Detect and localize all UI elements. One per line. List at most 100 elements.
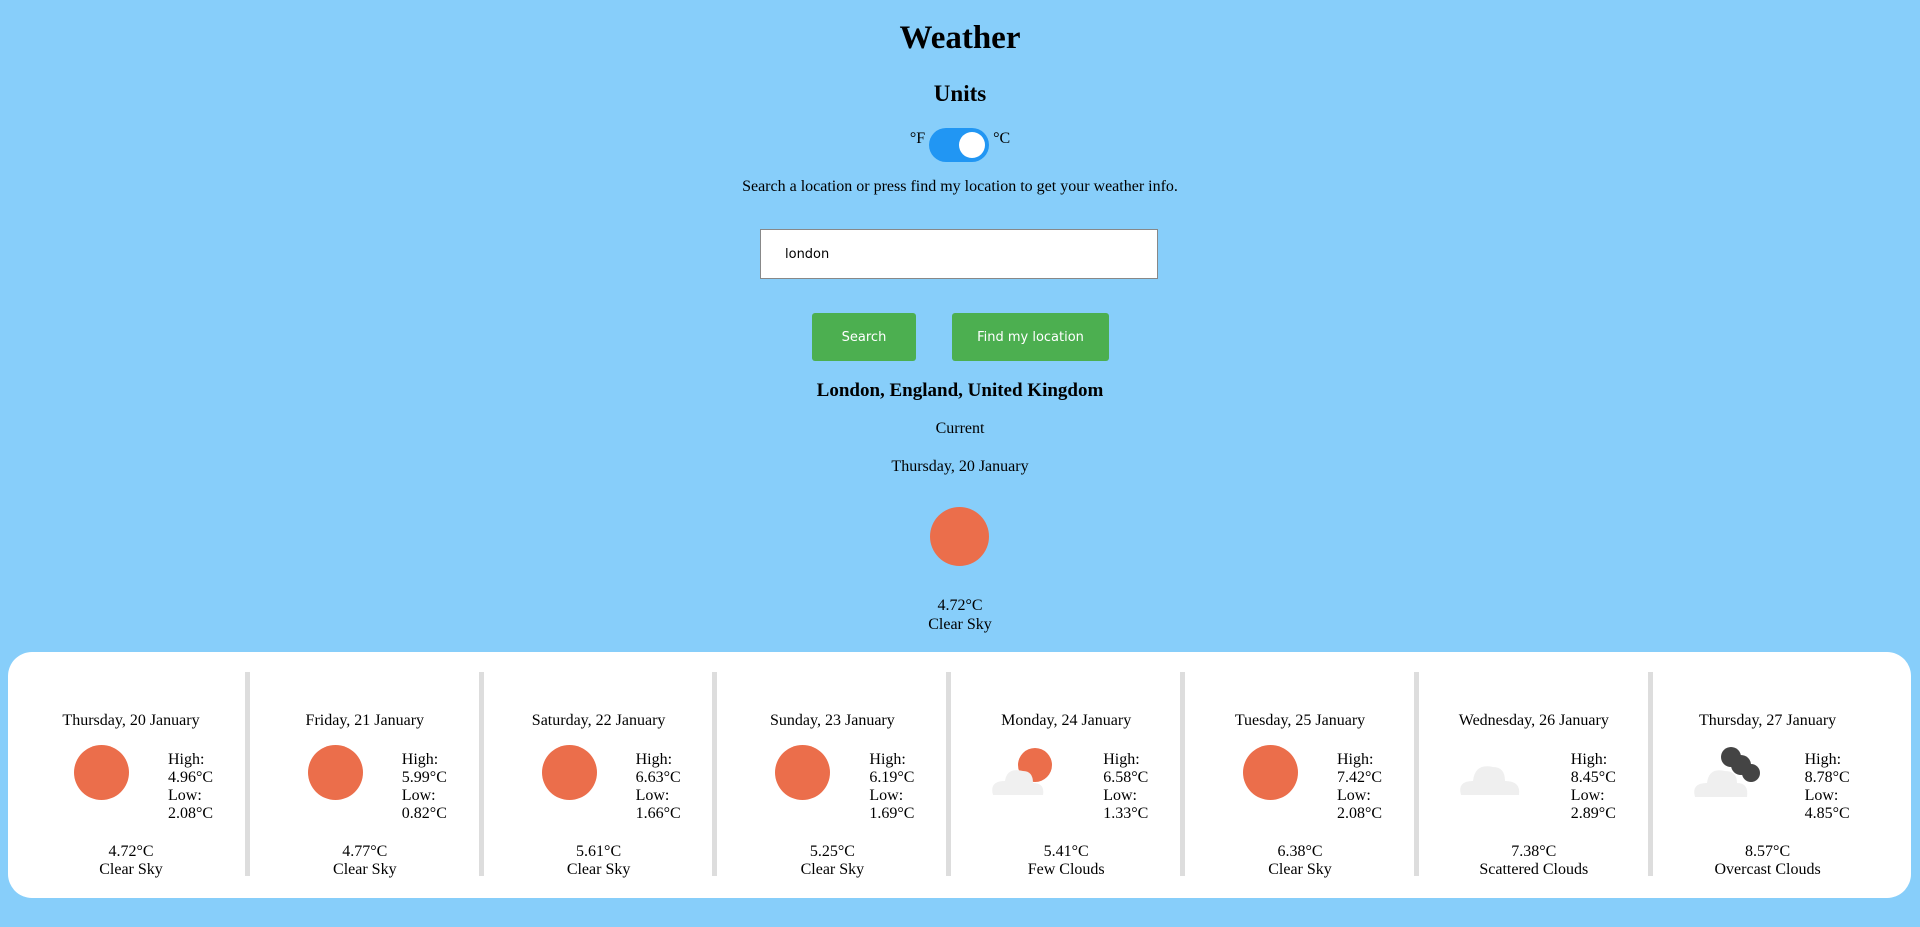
forecast-day-card: Thursday, 20 January High: 4.96°C Low: 2.08°… bbox=[16, 672, 246, 879]
forecast-conditions: 4.77°C Clear Sky bbox=[250, 843, 480, 879]
forecast-high: 5.99°C bbox=[401, 769, 447, 786]
forecast-conditions: 8.57°C Overcast Clouds bbox=[1653, 843, 1883, 879]
sun-cloud-icon bbox=[987, 743, 1067, 801]
sun-icon bbox=[540, 743, 598, 801]
high-low-block: High: 8.78°C Low: 4.85°C bbox=[1805, 751, 1850, 823]
forecast-high: 8.45°C bbox=[1570, 769, 1616, 786]
forecast-low: 1.69°C bbox=[869, 805, 915, 822]
forecast-high-label: High: bbox=[1570, 751, 1608, 768]
forecast-conditions: 7.38°C Scattered Clouds bbox=[1419, 843, 1649, 879]
forecast-temperature: 5.61°C bbox=[576, 843, 622, 860]
forecast-low: 2.08°C bbox=[1337, 805, 1383, 822]
forecast-day-card: Thursday, 27 January High: 8.78°C Low: 4.85°… bbox=[1653, 672, 1883, 879]
forecast-description: Clear Sky bbox=[800, 861, 865, 878]
forecast-temperature: 7.38°C bbox=[1511, 843, 1557, 860]
forecast-day-card: Saturday, 22 January High: 6.63°C Low: 1.66°… bbox=[484, 672, 714, 879]
forecast-low-label: Low: bbox=[1570, 787, 1605, 804]
forecast-low: 1.66°C bbox=[635, 805, 681, 822]
forecast-day-card: Sunday, 23 January High: 6.19°C Low: 1.69°C 5… bbox=[717, 672, 947, 879]
forecast-high-label: High: bbox=[869, 751, 906, 768]
sun-icon bbox=[1241, 743, 1299, 801]
unit-fahrenheit-label: °F bbox=[909, 130, 926, 147]
forecast-date: Friday, 21 January bbox=[305, 712, 425, 729]
forecast-high-label: High: bbox=[1103, 751, 1140, 768]
sun-shape bbox=[74, 745, 129, 800]
forecast-low: 0.82°C bbox=[401, 805, 447, 822]
sun-icon bbox=[72, 743, 130, 801]
cloud-icon bbox=[1455, 743, 1535, 801]
sun-shape bbox=[307, 745, 363, 800]
forecast-high: 6.63°C bbox=[635, 769, 681, 786]
units-toggle[interactable] bbox=[929, 128, 990, 162]
high-low-block: High: 7.42°C Low: 2.08°C bbox=[1337, 751, 1382, 823]
forecast-date: Saturday, 22 January bbox=[531, 712, 666, 729]
toggle-knob bbox=[959, 132, 986, 158]
forecast-conditions: 5.61°C Clear Sky bbox=[484, 843, 714, 879]
forecast-temperature: 6.38°C bbox=[1277, 843, 1323, 860]
forecast-description: Clear Sky bbox=[99, 861, 163, 878]
location-name: London, England, United Kingdom bbox=[816, 380, 1104, 401]
units-row: °F °C bbox=[0, 125, 1920, 165]
forecast-low: 2.08°C bbox=[168, 805, 214, 822]
high-low-block: High: 5.99°C Low: 0.82°C bbox=[402, 751, 447, 823]
forecast-temperature: 4.72°C bbox=[108, 843, 154, 860]
forecast-date: Thursday, 27 January bbox=[1699, 712, 1837, 729]
forecast-conditions: 5.25°C Clear Sky bbox=[717, 843, 947, 879]
forecast-high-label: High: bbox=[1337, 751, 1374, 768]
overcast-cloud-icon bbox=[1689, 743, 1769, 801]
search-input[interactable] bbox=[760, 229, 1158, 279]
forecast-high: 8.78°C bbox=[1804, 769, 1850, 786]
forecast-conditions: 4.72°C Clear Sky bbox=[16, 843, 246, 879]
search-button[interactable]: Search bbox=[812, 313, 916, 361]
forecast-low-label: Low: bbox=[1804, 787, 1839, 804]
find-my-location-button[interactable]: Find my location bbox=[952, 313, 1109, 361]
search-hint: Search a location or press find my locat… bbox=[742, 178, 1178, 195]
sun-shape bbox=[1243, 745, 1298, 800]
sun-icon bbox=[306, 743, 364, 801]
forecast-temperature: 5.41°C bbox=[1043, 843, 1089, 860]
sun-icon bbox=[930, 507, 989, 566]
forecast-description: Clear Sky bbox=[566, 861, 631, 878]
forecast-high: 4.96°C bbox=[168, 769, 214, 786]
forecast-high-label: High: bbox=[1804, 751, 1842, 768]
forecast-high-label: High: bbox=[635, 751, 673, 768]
forecast-high: 7.42°C bbox=[1337, 769, 1383, 786]
forecast-temperature: 8.57°C bbox=[1745, 843, 1791, 860]
forecast-day-card: Friday, 21 January High: 5.99°C Low: 0.82°C 4… bbox=[250, 672, 480, 879]
forecast-date: Wednesday, 26 January bbox=[1458, 712, 1609, 729]
forecast-description: Overcast Clouds bbox=[1714, 861, 1821, 878]
high-low-block: High: 6.19°C Low: 1.69°C bbox=[869, 751, 914, 823]
forecast-day-card: Tuesday, 25 January High: 7.42°C Low: 2.08°C… bbox=[1185, 672, 1415, 879]
forecast-conditions: 6.38°C Clear Sky bbox=[1185, 843, 1415, 879]
forecast-temperature: 4.77°C bbox=[342, 843, 388, 860]
sun-shape bbox=[775, 745, 831, 800]
forecast-day-card: Wednesday, 26 January High: 8.45°C Low: 2.89… bbox=[1419, 672, 1649, 879]
sun-icon bbox=[773, 743, 831, 801]
forecast-temperature: 5.25°C bbox=[809, 843, 855, 860]
units-heading: Units bbox=[933, 81, 987, 106]
forecast-low-label: Low: bbox=[401, 787, 436, 804]
forecast-high: 6.19°C bbox=[869, 769, 915, 786]
forecast-panel: Thursday, 20 January High: 4.96°C Low: 2.08°… bbox=[8, 652, 1911, 898]
high-low-block: High: 8.45°C Low: 2.89°C bbox=[1571, 751, 1616, 823]
forecast-description: Few Clouds bbox=[1027, 861, 1105, 878]
current-label: Current bbox=[935, 420, 985, 437]
forecast-date: Monday, 24 January bbox=[1001, 712, 1132, 729]
forecast-low-label: Low: bbox=[1337, 787, 1371, 804]
forecast-high-label: High: bbox=[168, 751, 205, 768]
forecast-low: 2.89°C bbox=[1570, 805, 1616, 822]
forecast-high-label: High: bbox=[401, 751, 439, 768]
high-low-block: High: 6.63°C Low: 1.66°C bbox=[636, 751, 681, 823]
forecast-low-label: Low: bbox=[635, 787, 670, 804]
forecast-description: Clear Sky bbox=[1268, 861, 1332, 878]
unit-celsius-label: °C bbox=[993, 130, 1011, 147]
forecast-description: Clear Sky bbox=[333, 861, 397, 878]
forecast-description: Scattered Clouds bbox=[1479, 861, 1589, 878]
forecast-high: 6.58°C bbox=[1103, 769, 1149, 786]
forecast-low-label: Low: bbox=[869, 787, 904, 804]
current-date: Thursday, 20 January bbox=[891, 458, 1029, 475]
sun-shape bbox=[541, 745, 597, 800]
forecast-low-label: Low: bbox=[168, 787, 202, 804]
forecast-date: Sunday, 23 January bbox=[770, 712, 895, 729]
page-title: Weather bbox=[899, 20, 1021, 56]
